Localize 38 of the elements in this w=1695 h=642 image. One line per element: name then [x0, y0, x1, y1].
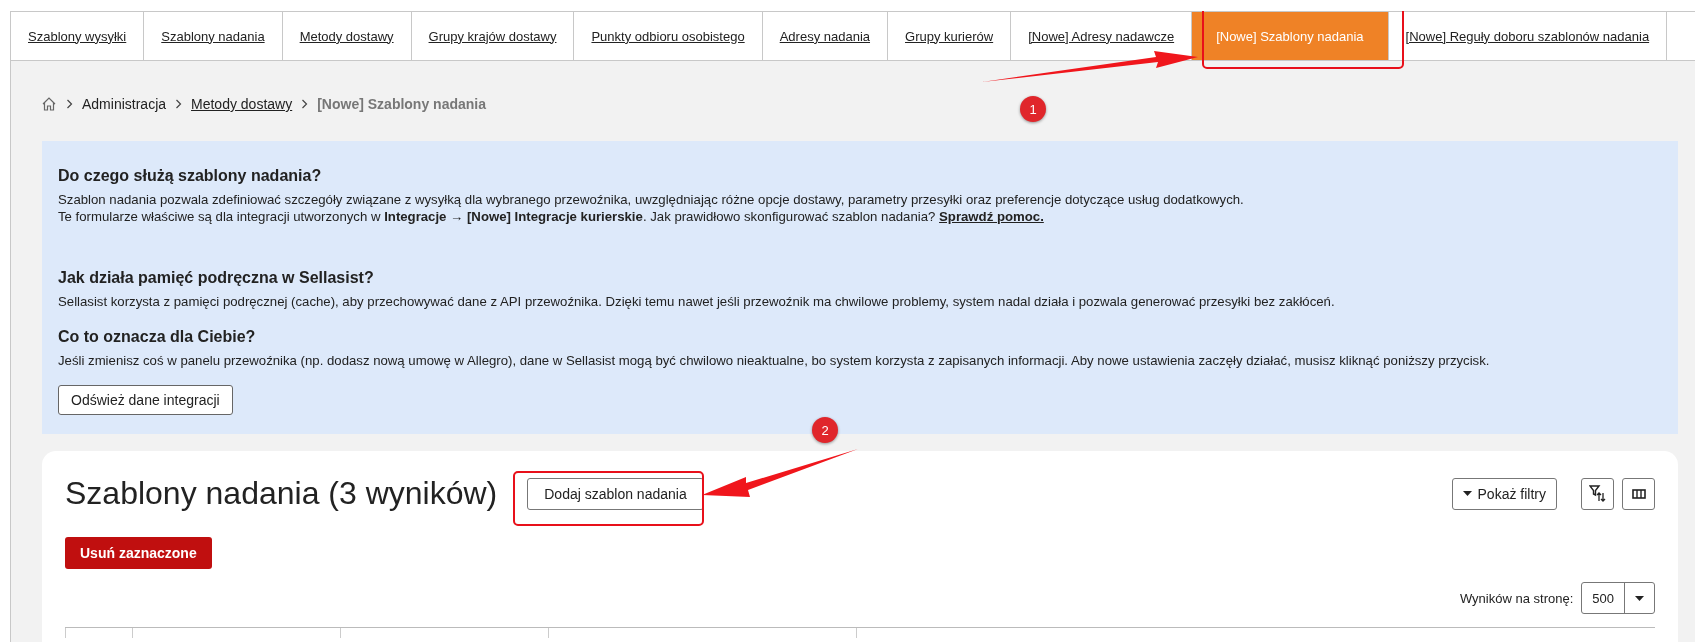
show-filters-button[interactable]: Pokaż filtry	[1451, 477, 1557, 510]
caret-icon	[1462, 491, 1472, 496]
tab[interactable]: Punkty odbioru osobistego	[574, 12, 763, 60]
tab[interactable]: Adresy nadania	[762, 12, 888, 60]
columns-icon	[1631, 488, 1646, 499]
page-title: Szablony nadania (3 wyników)	[65, 475, 499, 512]
breadcrumb-item: Administracja	[82, 96, 167, 112]
tab[interactable]: Szablony nadania	[144, 12, 283, 60]
delete-selected-button[interactable]: Usuń zaznaczone	[65, 537, 212, 569]
help-link[interactable]: Sprawdź pomoc.	[939, 209, 1044, 224]
home-icon[interactable]	[41, 96, 57, 112]
info-text: Jeśli zmienisz coś w panelu przewoźnika (np. dodasz nową umowę w Allegro), dane w Sellasist mogą być chwilowo nieaktualne, bo system korzysta z zapisanych informacji. Aby nowe ustawienia zaczęły działać, musisz kliknąć poniższy przycisk.	[58, 352, 1491, 369]
section-heading: Co to oznacza dla Ciebie?	[58, 328, 257, 346]
tab[interactable]: Metody dostawy	[282, 12, 412, 60]
chevron-icon	[175, 99, 183, 109]
filter-sort-icon	[1588, 484, 1607, 503]
tab[interactable]: [Nowe] Reguły doboru szablonów nadania	[1388, 12, 1668, 60]
tab[interactable]: Grupy krajów dostawy	[411, 12, 575, 60]
chevron-icon	[66, 99, 73, 109]
section-heading: Jak działa pamięć podręczna w Sellasist?	[58, 269, 375, 287]
tab[interactable]: Szablony wysyłki	[11, 12, 145, 60]
section-heading: Do czego służą szablony nadania?	[58, 167, 323, 185]
breadcrumb-link[interactable]: Metody dostawy	[191, 96, 293, 112]
per-page-label: Wyników na stronę:	[1459, 590, 1574, 606]
tab[interactable]: Grupy kurierów	[888, 12, 1012, 60]
columns-button[interactable]	[1622, 477, 1655, 510]
step-marker: 2	[812, 417, 838, 443]
filter-sort-button[interactable]	[1581, 477, 1614, 510]
breadcrumb-item: [Nowe] Szablony nadania	[317, 96, 486, 112]
chevron-icon	[301, 99, 309, 109]
per-page-select[interactable]: 500	[1581, 582, 1655, 614]
add-template-button[interactable]: Dodaj szablon nadania	[527, 477, 704, 510]
step-marker: 1	[1020, 96, 1046, 122]
info-text: Sellasist korzysta z pamięci podręcznej (cache), aby przechowywać dane z API przewoźnika. Dzięki temu nawet jeśli przewoźnik ma chwilowe problemy, system nadal działa i pozwala generować przesyłki bez zakłóceń.	[58, 293, 1336, 310]
info-text: Te formularze właściwe są dla integracji utworzonych w Integracje → [Nowe] Integracje kurierskie. Jak prawidłowo skonfigurować szablon nadania? Sprawdź pomoc.	[58, 208, 1045, 225]
refresh-button[interactable]: Odśwież dane integracji	[58, 385, 233, 415]
info-text: Szablon nadania pozwala zdefiniować szczegóły związane z wysyłką dla wybranego przewoźnika, uwzględniając różne opcje dostawy, parametry przesyłki oraz preferencje dotyczące usług dodatkowych.	[58, 191, 1245, 208]
caret-icon	[1635, 595, 1644, 601]
